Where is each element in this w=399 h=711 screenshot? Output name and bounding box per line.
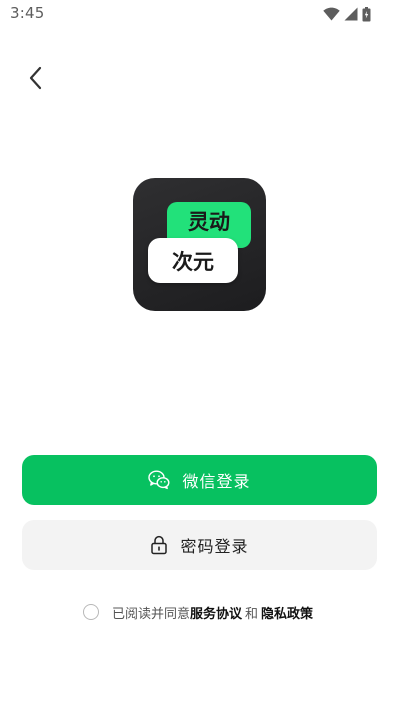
wechat-icon [148, 470, 170, 490]
login-screen: 3:45 灵动 次元 微信登录 密码登录 已阅读并同意 服务协议 和 隐私政策 [0, 0, 399, 711]
privacy-policy-link[interactable]: 隐私政策 [261, 603, 313, 622]
agreement-checkbox[interactable] [83, 604, 99, 620]
lock-icon [150, 535, 168, 555]
status-icons [323, 6, 371, 22]
status-bar: 3:45 [0, 0, 399, 28]
status-time: 3:45 [10, 4, 45, 22]
back-button[interactable] [20, 64, 50, 96]
logo-bubble-white: 次元 [148, 238, 238, 283]
chevron-left-icon [28, 66, 42, 94]
app-logo: 灵动 次元 [133, 178, 266, 311]
battery-icon [362, 6, 371, 22]
agreement-prefix: 已阅读并同意 [112, 606, 191, 622]
agreement-and: 和 [245, 606, 259, 622]
service-agreement-link[interactable]: 服务协议 [190, 603, 242, 622]
cell-signal-icon [344, 7, 358, 21]
wifi-icon [323, 7, 340, 21]
wechat-login-button[interactable]: 微信登录 [22, 455, 377, 505]
agreement-row: 已阅读并同意 服务协议 和 隐私政策 [83, 601, 313, 623]
password-login-button[interactable]: 密码登录 [22, 520, 377, 570]
wechat-login-label: 微信登录 [182, 472, 251, 491]
password-login-label: 密码登录 [180, 537, 249, 556]
